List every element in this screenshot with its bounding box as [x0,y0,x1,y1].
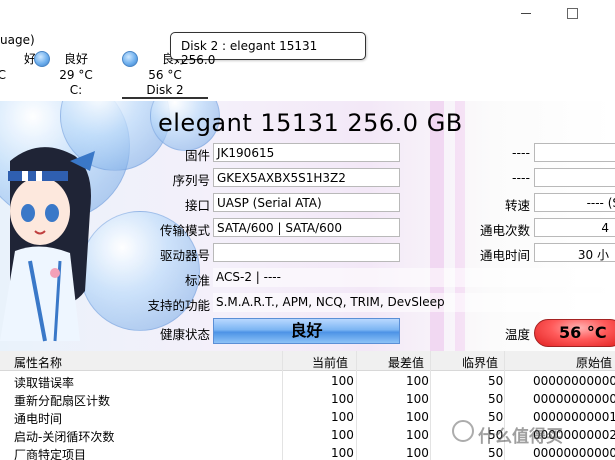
worst-value: 100 [406,446,429,460]
right-top-field-2 [534,168,615,187]
rotation-field: ---- (S [534,193,615,212]
right-top-value-1: ---- [511,145,530,160]
threshold-value: 50 [488,374,504,388]
drive-letter-label: 驱动器号 [159,248,210,263]
temperature-label: 温度 [504,327,530,342]
power-on-count-label: 通电次数 [479,223,530,238]
worst-value: 100 [406,410,429,424]
disk-model-title: elegant 15131 256.0 GB [158,109,463,137]
disk-name: C: [69,83,83,97]
standard-field: ACS-2 | ---- [213,268,615,287]
power-on-hours-field: 30 小 [534,243,615,262]
worst-value: 100 [406,374,429,388]
power-on-hours-label: 通电时间 [479,248,530,263]
health-status-button[interactable]: 良好 [213,318,400,344]
maximize-icon[interactable] [566,6,580,20]
current-value: 100 [331,446,354,460]
right-top-value-2: ---- [511,170,530,185]
temperature-badge[interactable]: 56 °C [534,319,615,347]
title-bar [0,0,615,30]
mascot-image [0,147,95,342]
serial-field: GKEX5AXBX5S1H3Z2 [213,168,400,187]
features-field: S.M.A.R.T., APM, NCQ, TRIM, DevSleep [213,293,615,312]
column-header-raw[interactable]: 原始值 [576,354,612,371]
firmware-label: 固件 [184,148,210,163]
background-stripe [430,101,444,351]
current-value: 100 [331,374,354,388]
disk-temp: C [0,68,6,82]
disk-name: Disk 2 [146,83,184,97]
disk-temp: 29 °C [59,68,93,82]
threshold-value: 50 [488,392,504,406]
table-row[interactable]: 重新分配扇区计数 100 100 50 000000000000 [0,390,615,408]
raw-value: 000000000000 [533,446,615,460]
current-value: 100 [331,428,354,442]
rotation-label: 转速 [504,198,530,213]
transfer-mode-label: 传输模式 [159,223,210,238]
serial-label: 序列号 [172,173,210,188]
threshold-value: 50 [488,446,504,460]
current-value: 100 [331,392,354,406]
disk-info-panel: elegant 15131 256.0 GB 固件 序列号 接口 传输模式 驱动… [0,101,615,351]
disk-tab-c[interactable]: 良好 29 °C C: [34,49,116,99]
raw-value: 000000000000 [533,392,615,406]
health-label: 健康状态 [159,327,210,342]
transfer-mode-field: SATA/600 | SATA/600 [213,218,400,237]
table-header: 属性名称 当前值 最差值 临界值 原始值 [0,351,615,371]
attribute-name: 读取错误率 [14,376,75,390]
worst-value: 100 [406,392,429,406]
interface-label: 接口 [184,198,210,213]
power-on-count-field: 4 [534,218,615,237]
column-header-current[interactable]: 当前值 [312,354,348,371]
current-value: 100 [331,410,354,424]
column-header-threshold[interactable]: 临界值 [462,354,498,371]
firmware-field: JK190615 [213,143,400,162]
right-top-field-1 [534,143,615,162]
table-row[interactable]: 读取错误率 100 100 50 000000000000 [0,372,615,390]
watermark-logo-icon [452,420,474,442]
attribute-name: 厂商特定项目 [14,448,87,460]
disk-tooltip: Disk 2 : elegant 15131 256.0 [170,32,366,67]
disk-temp: 56 °C [148,68,182,82]
raw-value: 000000000000 [533,374,615,388]
column-header-worst[interactable]: 最差值 [388,354,424,371]
interface-field: UASP (Serial ATA) [213,193,400,212]
standard-label: 标准 [184,273,210,288]
attribute-name: 通电时间 [14,412,63,426]
features-label: 支持的功能 [147,298,210,313]
attribute-name: 启动-关闭循环次数 [14,430,115,444]
worst-value: 100 [406,428,429,442]
column-header-name[interactable]: 属性名称 [14,354,62,371]
attribute-name: 重新分配扇区计数 [14,394,111,408]
menu-item-language[interactable]: uage) [0,33,35,47]
minimize-icon[interactable] [520,6,534,20]
drive-letter-field [213,243,400,262]
disk-status: 良好 [63,52,88,66]
watermark-text: 什么值得买 [478,427,563,447]
